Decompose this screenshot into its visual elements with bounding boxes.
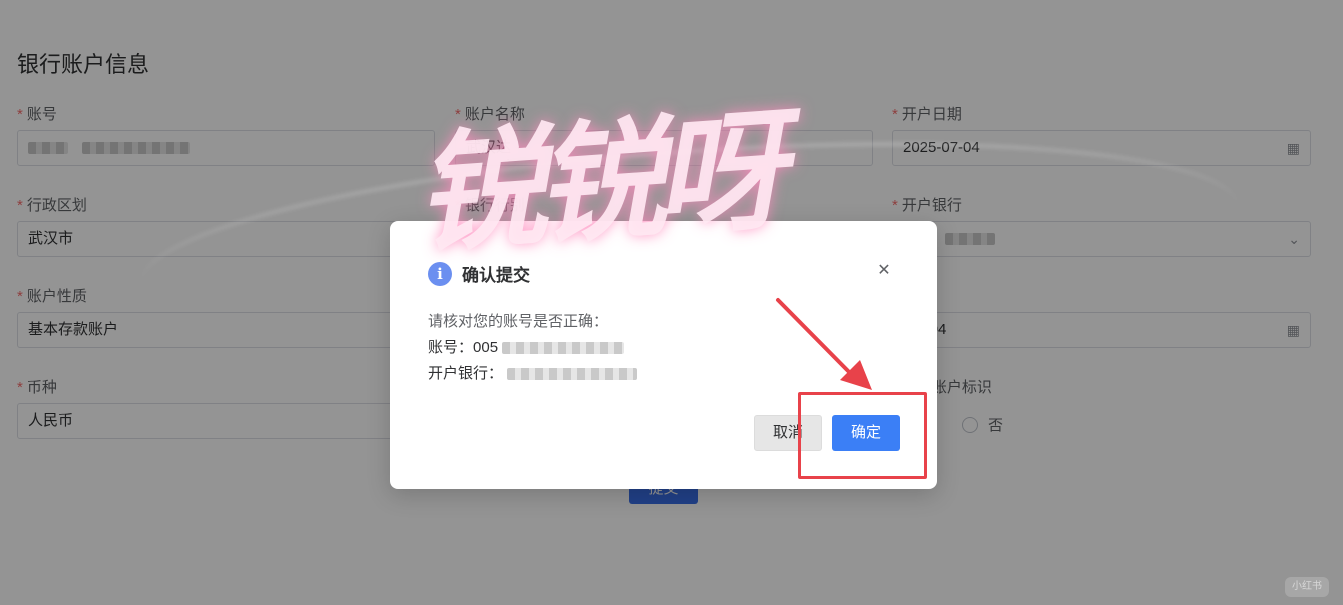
dialog-bank-label: 开户银行： xyxy=(428,365,504,382)
watermark-text: 锐锐呀 xyxy=(410,93,780,272)
redacted-value xyxy=(502,342,625,355)
dialog-prompt: 请核对您的账号是否正确： xyxy=(428,313,609,330)
redacted-value xyxy=(507,368,638,381)
close-icon[interactable]: ✕ xyxy=(874,261,894,281)
dialog-account-line: 账号：005 xyxy=(428,335,637,361)
dialog-bank-line: 开户银行： xyxy=(428,361,638,387)
corner-watermark: 小红书 xyxy=(1285,577,1329,597)
dialog-body: 请核对您的账号是否正确： 账号：005 开户银行： xyxy=(428,309,638,387)
arrow-annotation xyxy=(776,298,872,390)
dialog-account-label: 账号： xyxy=(428,339,474,356)
dialog-account-value: 005 xyxy=(473,339,499,356)
highlight-annotation xyxy=(798,392,927,479)
